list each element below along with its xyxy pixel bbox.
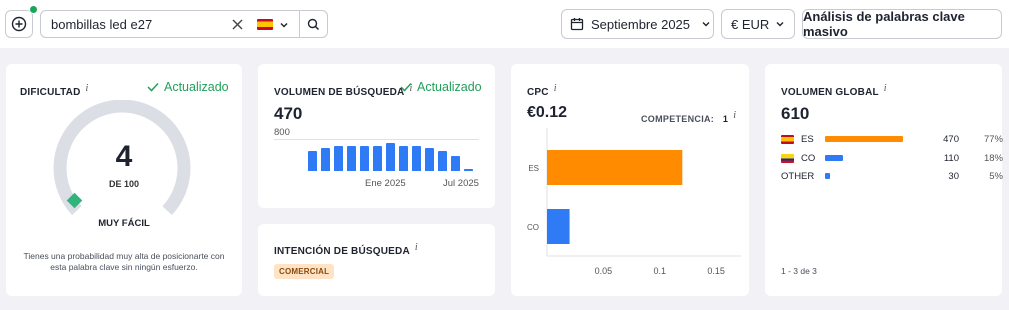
search-intent-card: INTENCIÓN DE BÚSQUEDA i COMERCIAL <box>258 224 495 296</box>
keyword-search-input[interactable]: bombillas led e27 <box>40 10 301 38</box>
difficulty-of-label: DE 100 <box>108 179 140 189</box>
country-code: OTHER <box>781 171 815 182</box>
country-volume: 470 <box>943 134 959 145</box>
global-title-text: VOLUMEN GLOBAL <box>781 87 879 98</box>
country-select[interactable] <box>257 16 299 33</box>
currency-select[interactable]: € EUR <box>721 9 795 39</box>
keyword-text[interactable]: bombillas led e27 <box>51 17 152 32</box>
flag-es-icon <box>781 135 794 144</box>
add-keyword-button[interactable] <box>5 10 33 38</box>
country-code: ES <box>801 134 814 145</box>
volume-trend-bar[interactable] <box>412 146 421 171</box>
volume-trend-bar[interactable] <box>334 146 343 171</box>
pagination-label: 1 - 3 de 3 <box>781 266 817 276</box>
cpc-category-label: CO <box>527 223 539 232</box>
country-share-bar <box>825 136 904 142</box>
info-icon[interactable]: i <box>86 83 89 94</box>
difficulty-title: DIFICULTAD i <box>20 83 89 98</box>
updated-status: Actualizado <box>147 80 229 94</box>
difficulty-level: MUY FÁCIL <box>98 218 150 229</box>
plus-circle-icon <box>11 16 27 32</box>
global-volume-card: VOLUMEN GLOBAL i 610 ES 470 77% CO 110 18% OTHE… <box>765 64 1003 296</box>
search-button[interactable] <box>299 10 328 38</box>
updated-label: Actualizado <box>417 80 482 94</box>
difficulty-title-text: DIFICULTAD <box>20 87 81 98</box>
country-share-bar <box>825 173 831 179</box>
volume-trend-bar[interactable] <box>386 142 395 171</box>
cpc-x-tick: 0.15 <box>707 266 725 276</box>
country-code: CO <box>801 153 816 164</box>
volume-title-text: VOLUMEN DE BÚSQUEDA <box>274 87 405 98</box>
volume-x-label-mid: Ene 2025 <box>365 178 406 189</box>
volume-trend-chart <box>308 140 480 171</box>
volume-scale-label: 800 <box>274 127 290 138</box>
intent-title-text: INTENCIÓN DE BÚSQUEDA <box>274 246 410 257</box>
date-label: Septiembre 2025 <box>591 16 691 32</box>
volume-trend-bar[interactable] <box>438 150 447 171</box>
volume-x-label-end: Jul 2025 <box>443 178 479 189</box>
flag-es-icon <box>257 19 273 30</box>
difficulty-description: Tienes una probabilidad muy alta de posi… <box>23 251 225 272</box>
chevron-down-icon <box>776 22 784 27</box>
updated-status: Actualizado <box>400 80 482 94</box>
info-icon[interactable]: i <box>415 242 418 253</box>
status-dot <box>29 5 38 14</box>
search-icon <box>307 18 320 30</box>
volume-trend-bar[interactable] <box>451 155 460 171</box>
volume-trend-bar[interactable] <box>321 147 330 171</box>
volume-trend-bar[interactable] <box>399 146 408 171</box>
difficulty-value: 4 <box>115 140 133 173</box>
chevron-down-icon <box>702 22 710 27</box>
volume-value: 470 <box>274 104 303 123</box>
global-volume-row[interactable]: OTHER 30 5% <box>781 171 1003 183</box>
intent-title: INTENCIÓN DE BÚSQUEDA i <box>274 242 418 257</box>
volume-trend-bar[interactable] <box>360 146 369 171</box>
cpc-bar-co[interactable] <box>547 209 570 244</box>
info-icon[interactable]: i <box>884 83 887 94</box>
volume-trend-bar[interactable] <box>425 147 434 171</box>
cpc-x-tick: 0.1 <box>654 266 667 276</box>
cpc-category-label: ES <box>528 164 539 173</box>
volume-trend-bar[interactable] <box>373 146 382 171</box>
currency-label: € EUR <box>731 16 770 32</box>
calendar-icon <box>570 18 584 31</box>
top-toolbar: bombillas led e27 Septiembre 2025 € EUR <box>0 0 1009 48</box>
date-select[interactable]: Septiembre 2025 <box>561 9 714 39</box>
cpc-card: CPC i €0.12 COMPETENCIA: 1i ES CO 0.05 0.1 0.… <box>511 64 749 296</box>
volume-trend-bar[interactable] <box>308 150 317 171</box>
volume-title: VOLUMEN DE BÚSQUEDA i <box>274 83 412 98</box>
global-value: 610 <box>781 104 810 123</box>
volume-trend-bar[interactable] <box>347 146 356 171</box>
intent-badge: COMERCIAL <box>274 264 335 279</box>
updated-label: Actualizado <box>164 80 229 94</box>
cpc-bar-es[interactable] <box>547 150 683 185</box>
cpc-bar-chart: ES CO 0.05 0.1 0.15 <box>527 128 741 276</box>
chevron-down-icon <box>280 22 288 27</box>
global-volume-row[interactable]: CO 110 18% <box>781 153 1003 165</box>
country-volume: 110 <box>943 153 959 164</box>
check-icon <box>400 82 412 92</box>
volume-trend-bar[interactable] <box>464 169 473 171</box>
bulk-analysis-button[interactable]: Análisis de palabras clave masivo <box>802 9 1002 39</box>
check-icon <box>147 82 159 92</box>
country-percent: 5% <box>989 171 1003 182</box>
country-volume: 30 <box>948 171 959 182</box>
global-title: VOLUMEN GLOBAL i <box>781 83 887 98</box>
close-icon[interactable] <box>231 18 244 31</box>
search-volume-card: VOLUMEN DE BÚSQUEDA i Actualizado 470 800… <box>258 64 495 208</box>
difficulty-card: DIFICULTAD i Actualizado 4 DE 100 MUY FÁC… <box>6 64 242 296</box>
country-percent: 77% <box>983 134 1003 145</box>
cpc-x-tick: 0.05 <box>595 266 613 276</box>
country-share-bar <box>825 155 844 161</box>
country-percent: 18% <box>983 153 1003 164</box>
flag-co-icon <box>781 154 794 163</box>
global-volume-row[interactable]: ES 470 77% <box>781 134 1003 146</box>
